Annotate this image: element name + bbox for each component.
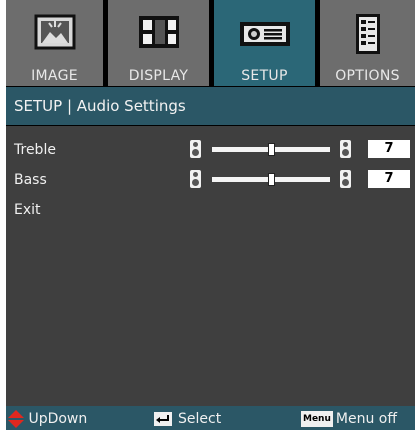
tab-image[interactable]: IMAGE bbox=[6, 0, 103, 86]
options-icon bbox=[355, 14, 380, 54]
menu-key-icon: Menu bbox=[301, 411, 333, 427]
menu-off-hint: Menu Menu off bbox=[301, 409, 397, 429]
projector-osd-menu: IMAGE DISPLAY SETUP OPTIONS SETUP | Audi… bbox=[6, 0, 415, 430]
exit-menu-item[interactable]: Exit bbox=[6, 198, 415, 226]
setting-label: Treble bbox=[14, 142, 56, 158]
tab-setup[interactable]: SETUP bbox=[214, 0, 315, 86]
bass-value: 7 bbox=[368, 170, 410, 188]
image-icon bbox=[34, 14, 75, 50]
exit-label: Exit bbox=[14, 202, 41, 218]
bass-slider-handle[interactable] bbox=[268, 173, 275, 186]
speaker-high-icon bbox=[340, 140, 351, 158]
speaker-low-icon bbox=[190, 170, 201, 188]
speaker-high-icon bbox=[340, 170, 351, 188]
settings-panel: Treble 7 Bass 7 Exit bbox=[6, 126, 415, 406]
updown-arrow-icon bbox=[8, 410, 24, 428]
projector-icon bbox=[239, 22, 290, 46]
setting-label: Bass bbox=[14, 172, 47, 188]
treble-slider-handle[interactable] bbox=[268, 143, 275, 156]
tab-label: IMAGE bbox=[31, 68, 78, 84]
tab-options[interactable]: OPTIONS bbox=[320, 0, 415, 86]
select-hint: Select bbox=[154, 409, 221, 429]
updown-hint: UpDown bbox=[8, 409, 87, 429]
select-label: Select bbox=[178, 411, 222, 427]
footer-hint-bar: UpDown Select Menu Menu off bbox=[6, 406, 415, 430]
tab-display[interactable]: DISPLAY bbox=[108, 0, 209, 86]
menu-off-label: Menu off bbox=[335, 411, 397, 427]
enter-key-icon bbox=[154, 412, 172, 426]
tab-bar: IMAGE DISPLAY SETUP OPTIONS bbox=[6, 0, 415, 86]
display-icon bbox=[138, 16, 179, 48]
tab-label: SETUP bbox=[241, 68, 288, 84]
setting-row-treble[interactable]: Treble 7 bbox=[6, 138, 415, 166]
setting-row-bass[interactable]: Bass 7 bbox=[6, 168, 415, 196]
treble-value: 7 bbox=[368, 140, 410, 158]
speaker-low-icon bbox=[190, 140, 201, 158]
tab-label: DISPLAY bbox=[128, 68, 189, 84]
breadcrumb: SETUP | Audio Settings bbox=[6, 87, 415, 125]
tab-label: OPTIONS bbox=[335, 68, 400, 84]
updown-label: UpDown bbox=[28, 411, 88, 427]
